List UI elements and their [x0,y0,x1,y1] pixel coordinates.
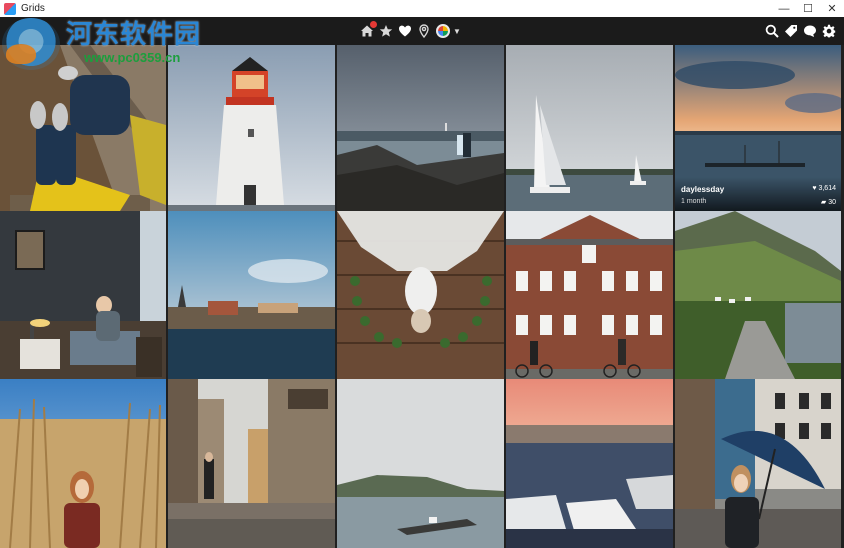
toolbar-center: ▼ [360,21,461,41]
heart-icon[interactable] [398,24,412,38]
watermark: 河东软件园 www.pc0359.cn [0,12,210,72]
photo-tile[interactable] [0,211,166,379]
location-pin-icon[interactable] [417,24,431,38]
photo-city-skyline [168,211,335,379]
chat-icon[interactable] [803,24,817,38]
photo-woman-in-room [0,211,166,379]
photo-old-street-reflection [168,379,335,548]
photo-sailboats [506,45,673,211]
photo-mountain-road [675,211,841,379]
heart-icon: ♥ [812,185,817,192]
watermark-text: 河东软件园 [66,20,202,50]
notification-badge [370,21,377,28]
photo-age: 1 month [681,198,707,205]
photo-tile[interactable]: daylessday 1 month ♥ 3,614 ▰ 30 [675,45,841,211]
watermark-logo [2,18,60,70]
photo-tile[interactable] [168,379,335,548]
tag-icon[interactable] [784,24,798,38]
profile-avatar[interactable] [436,24,450,38]
photo-info-overlay: daylessday 1 month ♥ 3,614 ▰ 30 [675,177,841,211]
photo-tile[interactable] [337,379,504,548]
photo-misty-fjord [337,379,504,548]
watermark-url: www.pc0359.cn [84,50,181,65]
dropdown-caret-icon[interactable]: ▼ [453,27,461,36]
search-icon[interactable] [765,24,779,38]
photo-tile[interactable] [506,211,673,379]
photo-harbor-boats [506,379,673,548]
gear-icon[interactable] [822,24,836,38]
window-controls: — ☐ ✕ [772,0,844,17]
star-icon[interactable] [379,24,393,38]
photo-brick-building-cyclists [506,211,673,379]
photo-tile[interactable] [337,211,504,379]
photo-woman-in-reeds [0,379,166,548]
maximize-button[interactable]: ☐ [796,0,820,17]
photo-couple-on-rocks [337,45,504,211]
photo-tile[interactable] [506,379,673,548]
photo-tile[interactable] [675,379,841,548]
photo-grid: daylessday 1 month ♥ 3,614 ▰ 30 [0,45,844,548]
photo-username[interactable]: daylessday [681,185,724,194]
comment-icon: ▰ [820,199,827,206]
close-button[interactable]: ✕ [820,0,844,17]
photo-woman-with-umbrella [675,379,841,548]
likes-count: ♥ 3,614 [812,185,836,192]
home-icon[interactable] [360,21,377,38]
photo-tile[interactable] [0,379,166,548]
photo-tile[interactable] [506,45,673,211]
photo-tile[interactable] [675,211,841,379]
app-window: Grids — ☐ ✕ ▼ 河东软件园 www.pc0359.cn dayles… [0,0,844,548]
toolbar-right [765,21,836,41]
minimize-button[interactable]: — [772,0,796,17]
comments-count: ▰ 30 [820,199,836,206]
photo-tile[interactable] [337,45,504,211]
photo-bride-on-floor [337,211,504,379]
photo-tile[interactable] [168,211,335,379]
